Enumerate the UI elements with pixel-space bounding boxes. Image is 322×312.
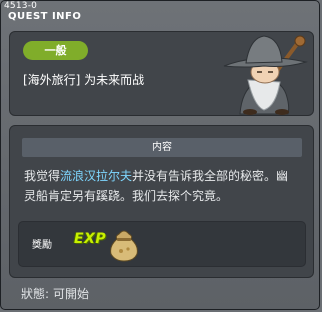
- npc-name-link[interactable]: 流浪汉拉尔夫: [60, 169, 132, 183]
- exp-reward-icon: EXP: [74, 231, 107, 247]
- npc-wanderer-portrait: [223, 35, 308, 115]
- quest-content-panel: 内容 我觉得流浪汉拉尔夫并没有告诉我全部的秘密。幽 灵船肯定另有蹊跷。我们去探个…: [9, 125, 314, 278]
- quest-header-panel: 一般 [海外旅行] 为未来而战: [9, 31, 314, 116]
- desc-text-post: 并没有告诉我全部的秘密。幽: [132, 169, 289, 183]
- quest-name: [海外旅行] 为未来而战: [23, 73, 145, 87]
- status-label: 狀態:: [21, 287, 50, 301]
- status-value: 可開始: [53, 287, 90, 301]
- quest-description: 我觉得流浪汉拉尔夫并没有告诉我全部的秘密。幽 灵船肯定另有蹊跷。我们去探个究竟。: [24, 166, 304, 206]
- quest-info-window: 4513-0 QUEST INFO 一般 [海外旅行] 为未来而战 内容 我觉得…: [0, 0, 320, 310]
- quest-id: 4513-0: [4, 1, 38, 11]
- reward-box: 獎勵 EXP: [18, 221, 306, 267]
- desc-text-pre: 我觉得: [24, 169, 61, 183]
- desc-text-line2: 灵船肯定另有蹊跷。我们去探个究竟。: [24, 189, 229, 203]
- reward-label: 獎勵: [32, 240, 52, 251]
- quest-status: 狀態: 可開始: [21, 285, 89, 302]
- quest-category-badge: 一般: [23, 41, 88, 60]
- content-section-header: 内容: [22, 138, 302, 157]
- money-bag-icon: [110, 230, 138, 262]
- window-title: QUEST INFO: [8, 11, 82, 22]
